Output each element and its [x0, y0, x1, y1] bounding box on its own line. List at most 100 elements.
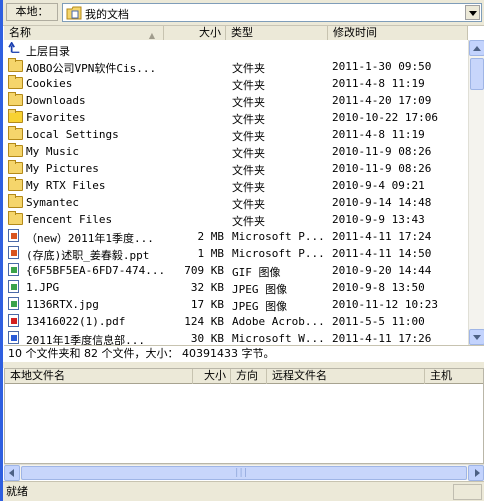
transfer-queue[interactable]: 本地文件名 大小 方向 远程文件名 主机	[4, 368, 484, 464]
file-name: My Pictures	[26, 162, 99, 175]
parent-directory-row[interactable]: 上层目录	[4, 40, 468, 58]
folder-icon	[8, 92, 23, 106]
file-modified: 2010-9-8 13:50	[332, 281, 425, 294]
file-modified: 2011-4-11 17:24	[332, 230, 432, 243]
file-modified: 2010-11-12 10:23	[332, 298, 438, 311]
file-name: Tencent Files	[26, 213, 113, 226]
column-size[interactable]: 大小	[164, 26, 226, 41]
file-row[interactable]: 1136RTX.jpg 17 KB JPEG 图像 2010-11-12 10:23	[4, 295, 468, 313]
file-name: Symantec	[26, 196, 79, 209]
file-modified: 2011-1-30 09:50	[332, 60, 432, 73]
file-name: 1.JPG	[26, 281, 60, 294]
file-name: Downloads	[26, 94, 86, 107]
window-frame	[0, 0, 3, 501]
folder-icon	[8, 126, 23, 140]
file-type: Microsoft P...	[232, 230, 325, 243]
file-modified: 2011-4-11 14:50	[332, 247, 432, 260]
file-modified: 2011-4-11 17:26	[332, 332, 432, 345]
file-row[interactable]: Local Settings 文件夹 2011-4-8 11:19	[4, 125, 468, 143]
file-row[interactable]: Tencent Files 文件夹 2010-9-9 13:43	[4, 210, 468, 228]
address-combo[interactable]: 我的文档	[62, 3, 482, 22]
folder-icon	[8, 58, 23, 72]
file-row[interactable]: Cookies 文件夹 2011-4-8 11:19	[4, 74, 468, 92]
file-row[interactable]: {6F5BF5EA-6FD7-474... 709 KB GIF 图像 2010-9-…	[4, 261, 468, 279]
queue-column-size[interactable]: 大小	[193, 369, 231, 384]
word-file-icon	[8, 331, 19, 344]
file-type: Adobe Acrob...	[232, 315, 325, 328]
documents-folder-icon	[66, 6, 82, 20]
file-modified: 2010-10-22 17:06	[332, 111, 438, 124]
file-name: 1136RTX.jpg	[26, 298, 99, 311]
powerpoint-file-icon	[8, 229, 19, 242]
music-folder-icon	[8, 143, 23, 157]
address-label: 本地：	[6, 3, 58, 21]
scroll-up-button[interactable]	[469, 40, 484, 56]
scroll-left-button[interactable]	[4, 465, 20, 481]
file-row[interactable]: 13416022(1).pdf 124 KB Adobe Acrob... 2011-…	[4, 312, 468, 329]
powerpoint-file-icon	[8, 246, 19, 259]
file-modified: 2010-9-14 14:48	[332, 196, 432, 209]
file-modified: 2011-4-20 17:09	[332, 94, 432, 107]
queue-horizontal-scrollbar[interactable]	[4, 464, 484, 481]
file-modified: 2011-5-5 11:00	[332, 315, 425, 328]
file-name: My Music	[26, 145, 79, 158]
file-name: Local Settings	[26, 128, 119, 141]
queue-column-host[interactable]: 主机	[425, 369, 483, 384]
file-row[interactable]: (存底)述职_姜春毅.ppt 1 MB Microsoft P... 2011-4-1…	[4, 244, 468, 262]
file-modified: 2010-11-9 08:26	[332, 145, 432, 158]
star-folder-icon	[8, 109, 23, 123]
file-row[interactable]: （new）2011年1季度... 2 MB Microsoft P... 2011-4…	[4, 227, 468, 245]
file-modified: 2010-11-9 08:26	[332, 162, 432, 175]
file-size: 1 MB	[197, 247, 225, 260]
file-row[interactable]: AOBO公司VPN软件Cis... 文件夹 2011-1-30 09:50	[4, 57, 468, 75]
file-name: 13416022(1).pdf	[26, 315, 126, 328]
file-name: My RTX Files	[26, 179, 106, 192]
address-dropdown-button[interactable]	[465, 5, 480, 20]
image-file-icon	[8, 263, 19, 276]
pdf-file-icon	[8, 314, 19, 327]
file-row[interactable]: My Pictures 文件夹 2010-11-9 08:26	[4, 159, 468, 177]
horizontal-scroll-thumb[interactable]	[21, 466, 467, 480]
file-row[interactable]: Favorites 文件夹 2010-10-22 17:06	[4, 108, 468, 126]
file-name: Favorites	[26, 111, 86, 124]
file-name: 2011年1季度信息部...	[26, 334, 145, 345]
image-file-icon	[8, 280, 19, 293]
queue-column-remote-name[interactable]: 远程文件名	[267, 369, 425, 384]
queue-column-local-name[interactable]: 本地文件名	[5, 369, 193, 384]
scroll-right-button[interactable]	[468, 465, 484, 481]
folder-icon	[8, 75, 23, 89]
pictures-folder-icon	[8, 160, 23, 174]
queue-column-direction[interactable]: 方向	[231, 369, 267, 384]
file-row[interactable]: 1.JPG 32 KB JPEG 图像 2010-9-8 13:50	[4, 278, 468, 296]
file-size: 124 KB	[184, 315, 224, 328]
status-text: 就绪	[6, 485, 28, 498]
address-path: 我的文档	[85, 8, 129, 21]
file-row[interactable]: My Music 文件夹 2010-11-9 08:26	[4, 142, 468, 160]
column-name[interactable]: 名称 ▲	[4, 26, 164, 41]
address-bar: 本地： 我的文档	[3, 0, 484, 26]
file-size: 32 KB	[190, 281, 224, 294]
scroll-thumb[interactable]	[470, 58, 484, 90]
file-type: Microsoft W...	[232, 332, 325, 345]
up-arrow-icon	[8, 42, 20, 53]
local-file-list[interactable]: 上层目录 AOBO公司VPN软件Cis... 文件夹 2011-1-30 09:50…	[4, 40, 468, 345]
file-row[interactable]: 2011年1季度信息部... 30 KB Microsoft W... 2011-4-…	[4, 329, 468, 345]
folder-icon	[8, 194, 23, 208]
file-size: 17 KB	[190, 298, 224, 311]
folder-icon	[8, 177, 23, 191]
file-modified: 2011-4-8 11:19	[332, 77, 425, 90]
file-list-vertical-scrollbar[interactable]	[468, 40, 484, 345]
scroll-down-button[interactable]	[469, 329, 484, 345]
file-size: 2 MB	[197, 230, 225, 243]
file-name: {6F5BF5EA-6FD7-474...	[26, 264, 166, 277]
file-size: 30 KB	[190, 332, 224, 345]
column-type[interactable]: 类型	[226, 26, 328, 41]
image-file-icon	[8, 297, 19, 310]
file-modified: 2011-4-8 11:19	[332, 128, 425, 141]
file-row[interactable]: Symantec 文件夹 2010-9-14 14:48	[4, 193, 468, 211]
file-row[interactable]: My RTX Files 文件夹 2010-9-4 09:21	[4, 176, 468, 194]
column-modified[interactable]: 修改时间	[328, 26, 468, 41]
file-row[interactable]: Downloads 文件夹 2011-4-20 17:09	[4, 91, 468, 109]
file-modified: 2010-9-20 14:44	[332, 264, 432, 277]
file-size: 709 KB	[184, 264, 224, 277]
